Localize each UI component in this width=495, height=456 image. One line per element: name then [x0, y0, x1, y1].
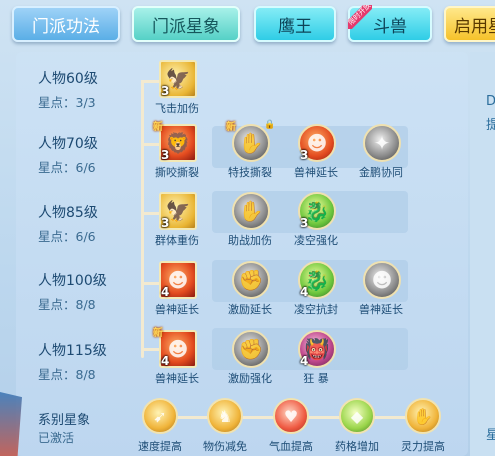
skill-slot[interactable]: ☻ 4 兽神延长: [142, 261, 212, 323]
skill-name: 兽神延长: [294, 166, 338, 179]
skill-name: 激励延长: [228, 303, 272, 316]
star-count: 星点：8/8: [38, 367, 96, 382]
skill-name: 凌空抗封: [294, 303, 338, 316]
shadow-icon: ✊: [232, 330, 270, 368]
series-item-label: 气血提高: [269, 440, 313, 453]
series-item-label: 物伤减免: [203, 440, 247, 453]
tab-sect-skills[interactable]: 门派功法: [12, 6, 120, 42]
tab-beast[interactable]: 斗兽 限时开放: [348, 5, 432, 42]
shadow-icon: ✊: [232, 261, 270, 299]
speed-icon: ➹: [142, 398, 178, 434]
skill-slot[interactable]: ☻ 3 兽神延长: [281, 124, 351, 186]
skill-name: 特技撕裂: [228, 166, 272, 179]
star-count: 星点：6/6: [38, 160, 96, 175]
skill-slot[interactable]: 🦁 新 3 撕咬撕裂: [142, 122, 212, 186]
shadow-icon: ✋: [232, 192, 270, 230]
skill-slot[interactable]: 👹 4 狂 暴: [281, 330, 351, 392]
skill-slot[interactable]: ✊ 激励延长: [215, 261, 285, 323]
series-item-label: 速度提高: [138, 440, 182, 453]
warrior-icon: ☻: [363, 261, 401, 299]
series-item[interactable]: ➹ 速度提高: [130, 398, 190, 456]
star-panel: [16, 52, 468, 456]
tab-beast-label: 斗兽: [373, 16, 407, 37]
series-status: 已激活: [38, 431, 75, 445]
side-text-3: 星: [486, 428, 495, 443]
level-label: 人物115级: [38, 343, 107, 359]
skill-slot[interactable]: 🦅 3 群体重伤: [142, 192, 212, 254]
skill-slot[interactable]: ✦ 金鹏协同: [346, 124, 416, 186]
armor-icon: ♞: [207, 398, 243, 434]
skill-slot[interactable]: ✊ 激励强化: [215, 330, 285, 392]
limited-time-badge: 限时开放: [348, 5, 372, 29]
right-side-panel: D 提 星: [470, 52, 495, 456]
skill-name: 撕咬撕裂: [155, 166, 199, 179]
level-label: 人物100级: [38, 273, 107, 289]
series-item[interactable]: ♞ 物伤减免: [195, 398, 255, 456]
skill-slot[interactable]: ✋ 新 🔒 特技撕裂: [215, 120, 285, 186]
level-label: 人物70级: [38, 136, 98, 152]
heart-icon: ♥: [273, 398, 309, 434]
star-count: 星点：8/8: [38, 297, 96, 312]
series-item[interactable]: ◆ 药格增加: [327, 398, 387, 456]
series-item[interactable]: ✋ 灵力提高: [393, 398, 453, 456]
gem-icon: ◆: [339, 398, 375, 434]
new-tag: 新: [153, 122, 163, 133]
series-item-label: 灵力提高: [401, 440, 445, 453]
skill-name: 凌空强化: [294, 234, 338, 247]
skill-name: 群体重伤: [155, 234, 199, 247]
skill-slot[interactable]: ☻ 兽神延长: [346, 261, 416, 323]
tab-eagle-king[interactable]: 鹰王: [254, 6, 336, 42]
skill-slot[interactable]: 🐉 3 凌空强化: [281, 192, 351, 254]
skill-slot[interactable]: ✋ 助战加伤: [215, 192, 285, 254]
series-item[interactable]: ♥ 气血提高: [261, 398, 321, 456]
skill-name: 狂 暴: [303, 372, 329, 385]
tab-sect-stars[interactable]: 门派星象: [132, 6, 240, 42]
star-count: 星点：3/3: [38, 95, 96, 110]
skill-name: 兽神延长: [155, 303, 199, 316]
tab-bar: 门派功法 门派星象 鹰王 斗兽 限时开放 启用星: [0, 0, 495, 50]
skill-name: 兽神延长: [359, 303, 403, 316]
star-count: 星点：6/6: [38, 229, 96, 244]
spirit-icon: ✋: [405, 398, 441, 434]
new-tag: 新: [226, 122, 236, 133]
skill-name: 兽神延长: [155, 372, 199, 385]
side-text-2: 提: [486, 118, 495, 133]
series-item-label: 药格增加: [335, 440, 379, 453]
new-tag: 新: [153, 328, 163, 339]
skill-name: 激励强化: [228, 372, 272, 385]
skill-slot[interactable]: 🐉 4 凌空抗封: [281, 261, 351, 323]
skill-name: 助战加伤: [228, 234, 272, 247]
skill-slot[interactable]: 🦅 3 飞击加伤: [142, 60, 212, 122]
golden-roc-icon: ✦: [363, 124, 401, 162]
tab-enable-stars[interactable]: 启用星: [444, 6, 495, 42]
skill-slot[interactable]: ☻ 新 4 兽神延长: [142, 328, 212, 392]
series-title: 系别星象: [38, 413, 91, 428]
lock-icon: 🔒: [264, 120, 276, 130]
skill-name: 飞击加伤: [155, 102, 199, 115]
level-label: 人物85级: [38, 205, 98, 221]
level-label: 人物60级: [38, 71, 98, 87]
skill-name: 金鹏协同: [359, 166, 403, 179]
side-text-1: D: [486, 94, 495, 109]
